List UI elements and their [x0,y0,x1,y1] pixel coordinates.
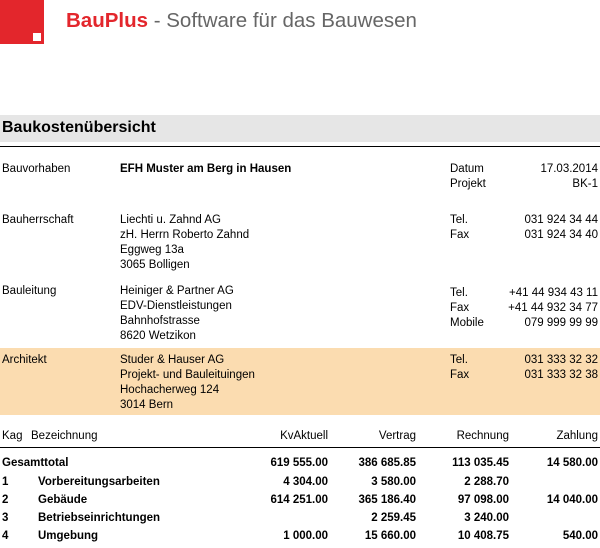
address-line: EDV-Dienstleistungen [120,300,232,312]
datum-value: 17.03.2014 [540,163,598,175]
row-bezeichnung: Betriebseinrichtungen [38,512,161,524]
row-zahlung: 540.00 [562,530,598,542]
phone-value: 031 924 34 44 [524,214,598,226]
address-line: 3014 Bern [120,399,174,411]
phone-value: 031 924 34 40 [524,229,598,241]
row-rechnung: 10 408.75 [457,530,509,542]
phone-value: 079 999 99 99 [524,317,598,329]
row-vertrag: 15 660.00 [364,530,416,542]
phone-label: Fax [450,369,470,381]
row-zahlung: 14 040.00 [546,494,598,506]
row-bezeichnung: Vorbereitungsarbeiten [38,476,160,488]
phone-value: +41 44 934 43 11 [509,287,598,299]
title-bar: Baukostenübersicht [0,115,600,142]
address-line: Liechti u. Zahnd AG [120,214,222,226]
phone-label: Tel. [450,287,468,299]
row-kag: 3 [2,512,9,524]
table-row: 4 Umgebung 1 000.00 15 660.00 10 408.75 … [0,530,600,548]
project-meta-values: 17.03.2014 BK-1 [540,162,598,192]
phone-label: Fax [450,302,470,314]
project-value: EFH Muster am Berg in Hausen [120,163,292,175]
col-header-kvaktuell: KvAktuell [280,430,328,442]
col-header-bezeichnung: Bezeichnung [31,430,98,442]
phone-value: +41 44 932 34 77 [508,302,598,314]
phone-values: +41 44 934 43 11 +41 44 932 34 77 079 99… [508,286,598,331]
row-kag: 1 [2,476,9,488]
row-rechnung: 3 240.00 [464,512,509,524]
contact-address: Heiniger & Partner AG EDV-Dienstleistung… [120,284,234,344]
projekt-value: BK-1 [572,178,598,190]
phone-value: 031 333 32 38 [524,369,598,381]
phone-value: 031 333 32 32 [524,354,598,366]
total-kv: 619 555.00 [270,457,328,469]
col-header-rechnung: Rechnung [456,430,509,442]
phone-label: Tel. [450,214,468,226]
row-vertrag: 2 259.45 [371,512,416,524]
total-label: Gesamttotal [2,457,69,469]
address-line: Bahnhofstrasse [120,315,200,327]
page-title: Baukostenübersicht [2,119,156,136]
table-row: 1 Vorbereitungsarbeiten 4 304.00 3 580.0… [0,476,600,494]
logo-mark [0,0,44,44]
phone-labels: Tel. Fax [450,353,469,383]
address-line: 3065 Bolligen [120,259,190,271]
col-header-zahlung: Zahlung [556,430,598,442]
brand-tagline: Software für das Bauwesen [166,9,417,32]
row-kag: 4 [2,530,9,542]
row-rechnung: 2 288.70 [464,476,509,488]
address-line: Studer & Hauser AG [120,354,225,366]
row-vertrag: 365 186.40 [358,494,416,506]
address-line: Heiniger & Partner AG [120,285,234,297]
row-kv: 614 251.00 [270,494,328,506]
row-kv: 4 304.00 [283,476,328,488]
phone-values: 031 333 32 32 031 333 32 38 [524,353,598,383]
phone-labels: Tel. Fax [450,213,469,243]
project-meta-labels: Datum Projekt [450,162,486,192]
total-zahlung: 14 580.00 [546,457,598,469]
table-header-divider [0,447,600,448]
row-bezeichnung: Umgebung [38,530,99,542]
address-line: Eggweg 13a [120,244,184,256]
projekt-label: Projekt [450,178,486,190]
phone-label: Mobile [450,317,484,329]
col-header-kag: Kag [2,430,23,442]
brand-name: BauPlus [66,9,149,32]
phone-label: Tel. [450,354,468,366]
total-rechnung: 113 035.45 [452,457,509,469]
col-header-vertrag: Vertrag [378,430,416,442]
phone-values: 031 924 34 44 031 924 34 40 [524,213,598,243]
address-line: Projekt- und Bauleituingen [120,369,255,381]
contact-address: Liechti u. Zahnd AG zH. Herrn Roberto Za… [120,213,249,273]
contact-label: Bauleitung [2,285,57,297]
table-row-total: Gesamttotal 619 555.00 386 685.85 113 03… [0,457,600,475]
project-label: Bauvorhaben [2,163,71,175]
contact-architekt: Architekt Studer & Hauser AG Projekt- un… [0,348,600,415]
brand-header: BauPlus - Software für das Bauwesen [66,9,417,33]
phone-labels: Tel. Fax Mobile [450,286,484,331]
table-row: 2 Gebäude 614 251.00 365 186.40 97 098.0… [0,494,600,512]
row-kag: 2 [2,494,9,506]
divider [0,146,600,147]
row-kv: 1 000.00 [283,530,328,542]
brand-separator: - [148,9,167,32]
contact-label: Architekt [2,354,47,366]
address-line: zH. Herrn Roberto Zahnd [120,229,250,241]
total-vertrag: 386 685.85 [358,457,416,469]
phone-label: Fax [450,229,470,241]
contact-label: Bauherrschaft [2,214,74,226]
table-header: Kag Bezeichnung KvAktuell Vertrag Rechnu… [0,430,600,446]
address-line: Hochacherweg 124 [120,384,220,396]
table-row: 3 Betriebseinrichtungen 2 259.45 3 240.0… [0,512,600,530]
row-bezeichnung: Gebäude [38,494,88,506]
row-vertrag: 3 580.00 [371,476,416,488]
row-rechnung: 97 098.00 [457,494,509,506]
address-line: 8620 Wetzikon [120,330,196,342]
datum-label: Datum [450,163,484,175]
contact-address: Studer & Hauser AG Projekt- und Bauleitu… [120,353,255,413]
